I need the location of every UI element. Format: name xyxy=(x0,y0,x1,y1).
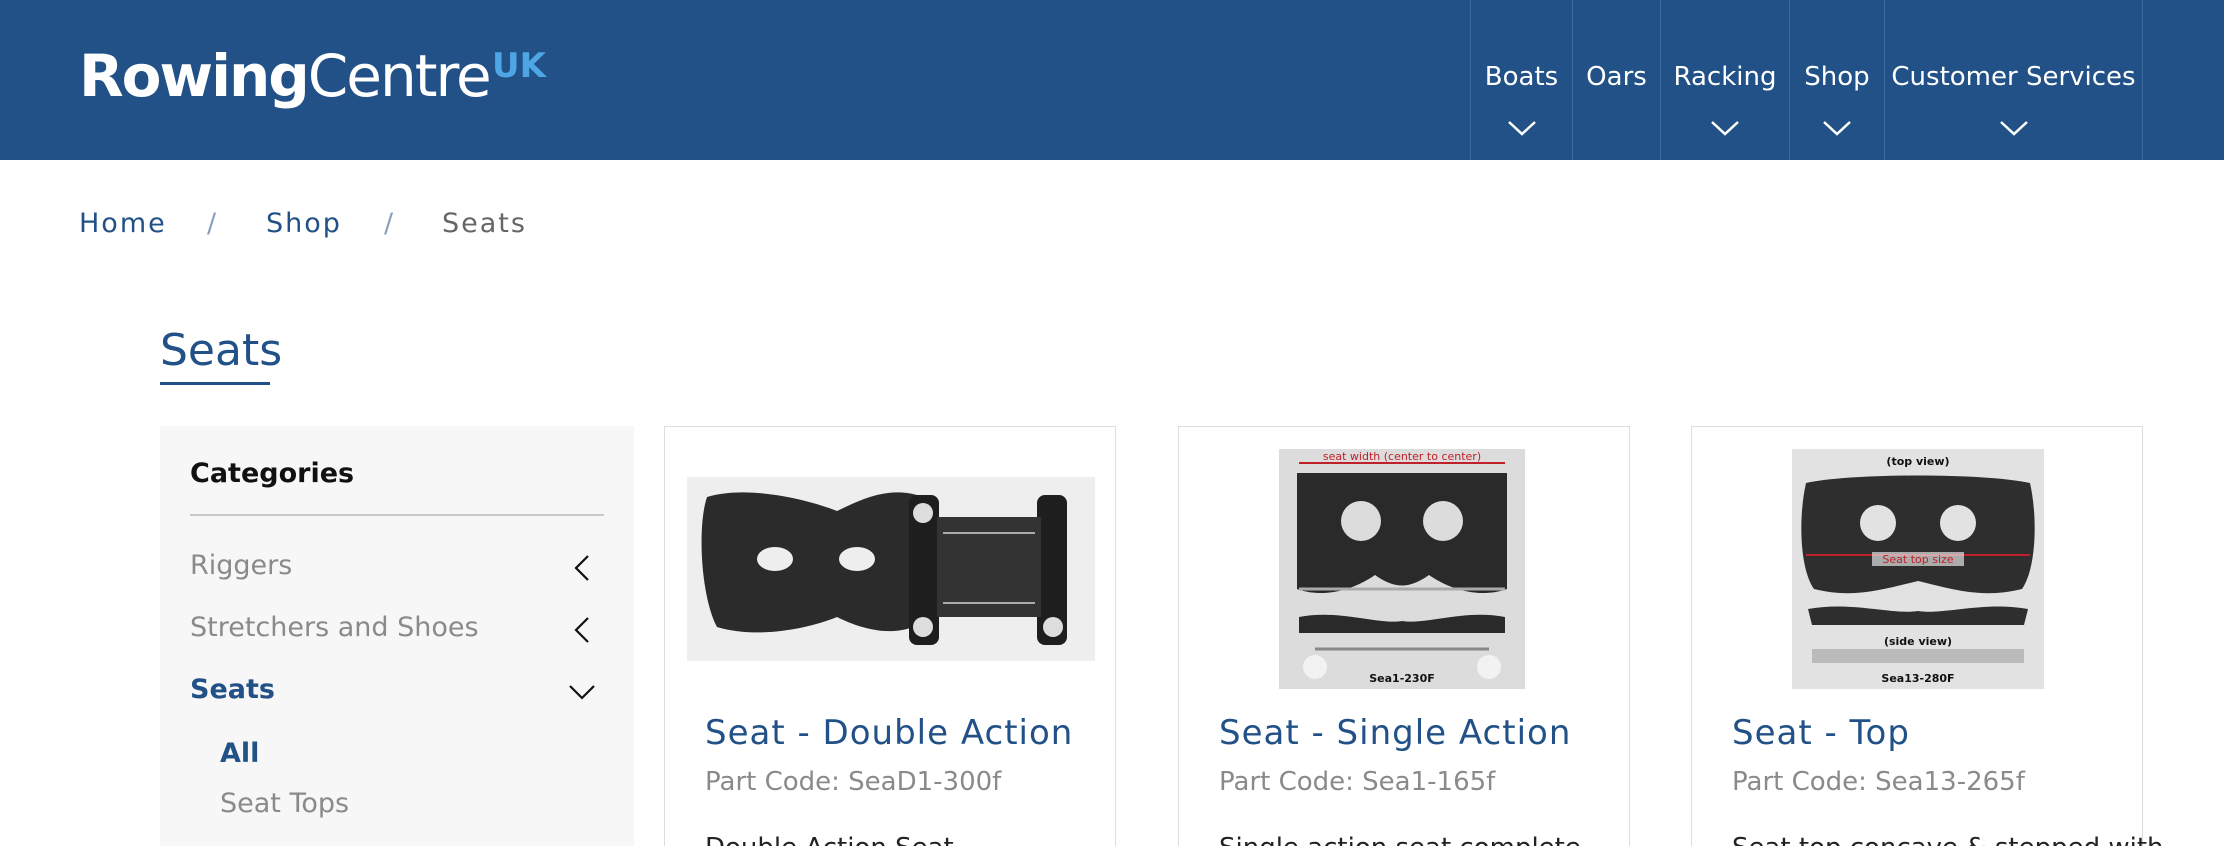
breadcrumb-shop[interactable]: Shop xyxy=(266,208,342,239)
product-card[interactable]: (top view) Seat top size (side view) Sea… xyxy=(1691,426,2164,846)
logo-word-rowing: Rowing xyxy=(79,42,310,110)
breadcrumb-home[interactable]: Home xyxy=(79,208,167,239)
product-title[interactable]: Seat - Single Action xyxy=(1219,713,1571,753)
product-description: Single action seat complete xyxy=(1219,833,1581,846)
product-part-code: Part Code: Sea13-265f xyxy=(1732,767,2025,797)
chevron-down-icon[interactable] xyxy=(568,684,596,700)
categories-heading: Categories xyxy=(190,458,355,489)
chevron-down-icon xyxy=(1999,121,2028,136)
category-riggers[interactable]: Riggers xyxy=(190,550,604,590)
product-title[interactable]: Seat - Top xyxy=(1732,713,1910,753)
product-part-code: Part Code: SeaD1-300f xyxy=(705,767,1002,797)
product-card[interactable]: seat width (center to center) Sea1-230F … xyxy=(1178,426,1630,846)
nav-label: Oars xyxy=(1586,62,1647,92)
chevron-down-icon xyxy=(1507,121,1536,136)
product-part-code: Part Code: Sea1-165f xyxy=(1219,767,1496,797)
nav-label: Boats xyxy=(1484,62,1559,92)
category-seats[interactable]: Seats xyxy=(190,674,604,714)
category-stretchers-and-shoes[interactable]: Stretchers and Shoes xyxy=(190,612,604,652)
product-image-seat-top[interactable]: (top view) Seat top size (side view) Sea… xyxy=(1792,449,2044,689)
product-image-double-action-seat[interactable] xyxy=(687,477,1095,661)
logo-word-centre: Centre xyxy=(307,42,492,110)
image-label-seat-width: seat width (center to center) xyxy=(1323,450,1481,463)
nav-label: Shop xyxy=(1804,62,1870,92)
breadcrumb-separator: / xyxy=(207,208,219,239)
image-label-part: Sea1-230F xyxy=(1369,672,1435,685)
chevron-left-icon[interactable] xyxy=(574,554,590,582)
image-label-part: Sea13-280F xyxy=(1881,672,1954,685)
chevron-down-icon xyxy=(1711,121,1739,136)
image-label-seat-top-size: Seat top size xyxy=(1882,553,1953,566)
divider xyxy=(190,514,604,516)
image-label-top-view: (top view) xyxy=(1886,455,1949,468)
nav-item-oars[interactable]: Oars xyxy=(1572,0,1660,160)
breadcrumb-current: Seats xyxy=(442,208,527,239)
nav-label: Racking xyxy=(1673,62,1777,92)
category-label: Riggers xyxy=(190,550,293,581)
title-underline xyxy=(160,382,270,385)
product-card[interactable]: Seat - Double Action Part Code: SeaD1-30… xyxy=(664,426,1116,846)
page-title: Seats xyxy=(160,325,283,376)
subcategory-all[interactable]: All xyxy=(220,738,259,769)
nav-item-boats[interactable]: Boats xyxy=(1470,0,1572,160)
nav-item-racking[interactable]: Racking xyxy=(1660,0,1789,160)
chevron-left-icon[interactable] xyxy=(574,616,590,644)
image-label-side-view: (side view) xyxy=(1884,635,1952,648)
chevron-down-icon xyxy=(1823,121,1851,136)
subcategory-seat-tops[interactable]: Seat Tops xyxy=(220,788,349,819)
site-header: RowingCentre UK Boats Oars Racking Shop C… xyxy=(0,0,2224,160)
site-logo[interactable]: RowingCentre UK xyxy=(79,42,546,110)
categories-sidebar: Categories Riggers Stretchers and Shoes … xyxy=(160,426,634,846)
logo-suffix-uk: UK xyxy=(492,46,546,86)
nav-label: Customer Services xyxy=(1891,62,2136,92)
product-description: Seat top concave & stepped with xyxy=(1732,833,2164,846)
nav-item-customer-services[interactable]: Customer Services xyxy=(1884,0,2143,160)
nav-item-shop[interactable]: Shop xyxy=(1789,0,1884,160)
product-description: Double Action Seat xyxy=(705,833,954,846)
product-title[interactable]: Seat - Double Action xyxy=(705,713,1073,753)
category-label: Seats xyxy=(190,674,275,705)
product-image-single-action-seat[interactable]: seat width (center to center) Sea1-230F xyxy=(1279,449,1525,689)
category-label: Stretchers and Shoes xyxy=(190,612,479,643)
breadcrumb-separator: / xyxy=(384,208,396,239)
